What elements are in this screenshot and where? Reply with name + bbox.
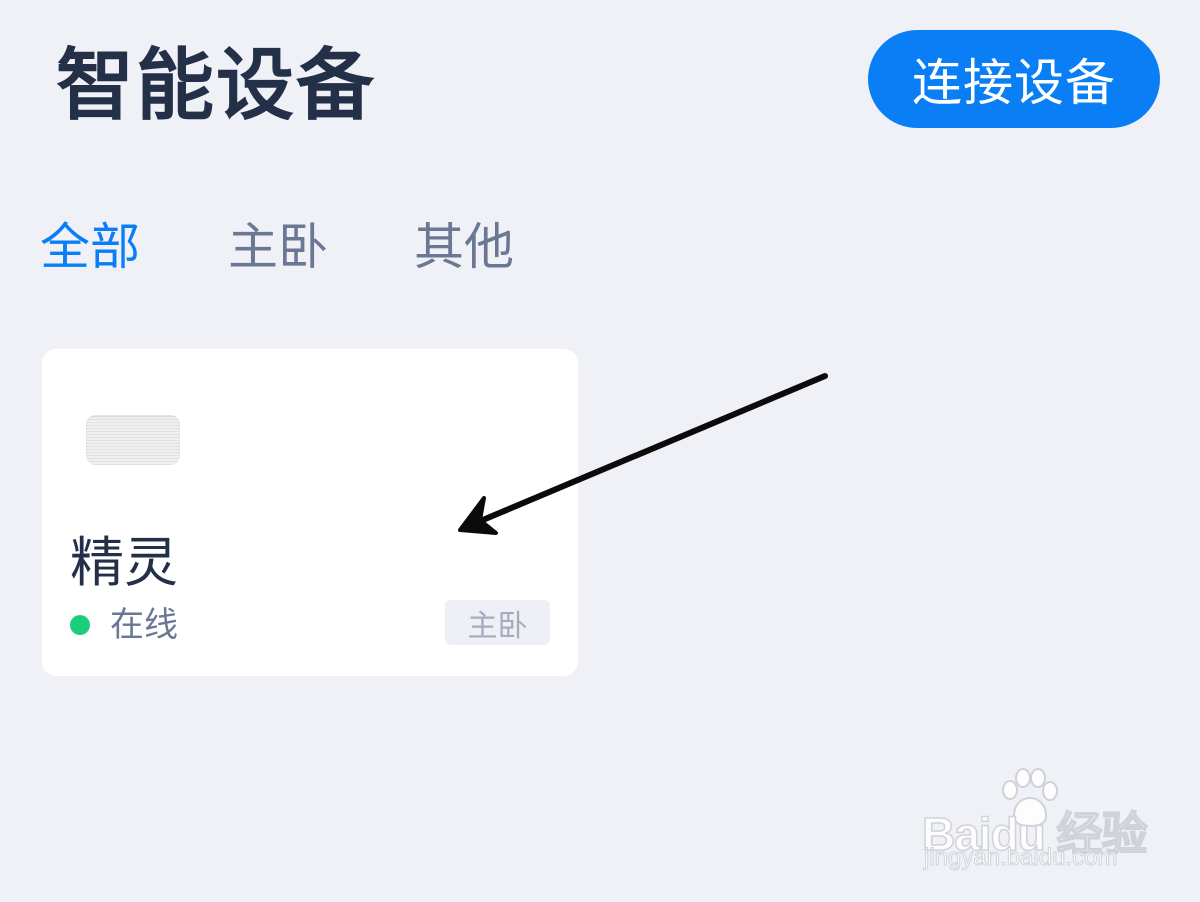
- baidu-jingyan-watermark: Baidu 经验 jingyan.baidu.com: [921, 768, 1148, 878]
- page-title: 智能设备: [56, 41, 377, 131]
- device-status: 在线: [110, 605, 178, 645]
- paw-logo-icon: [1002, 768, 1058, 828]
- tab-master-bedroom[interactable]: 主卧: [228, 212, 328, 282]
- room-badge: 主卧: [445, 600, 550, 645]
- connect-device-button[interactable]: 连接设备: [868, 30, 1160, 128]
- device-thumbnail: [86, 415, 180, 465]
- online-status-dot-icon: [70, 615, 90, 635]
- device-name: 精灵: [70, 531, 178, 594]
- watermark-brand: Baidu 经验: [921, 807, 1148, 861]
- watermark-url: jingyan.baidu.com: [923, 844, 1118, 872]
- tab-other[interactable]: 其他: [414, 212, 514, 282]
- tab-all[interactable]: 全部: [40, 212, 140, 282]
- device-card[interactable]: 精灵 在线 主卧: [42, 349, 578, 676]
